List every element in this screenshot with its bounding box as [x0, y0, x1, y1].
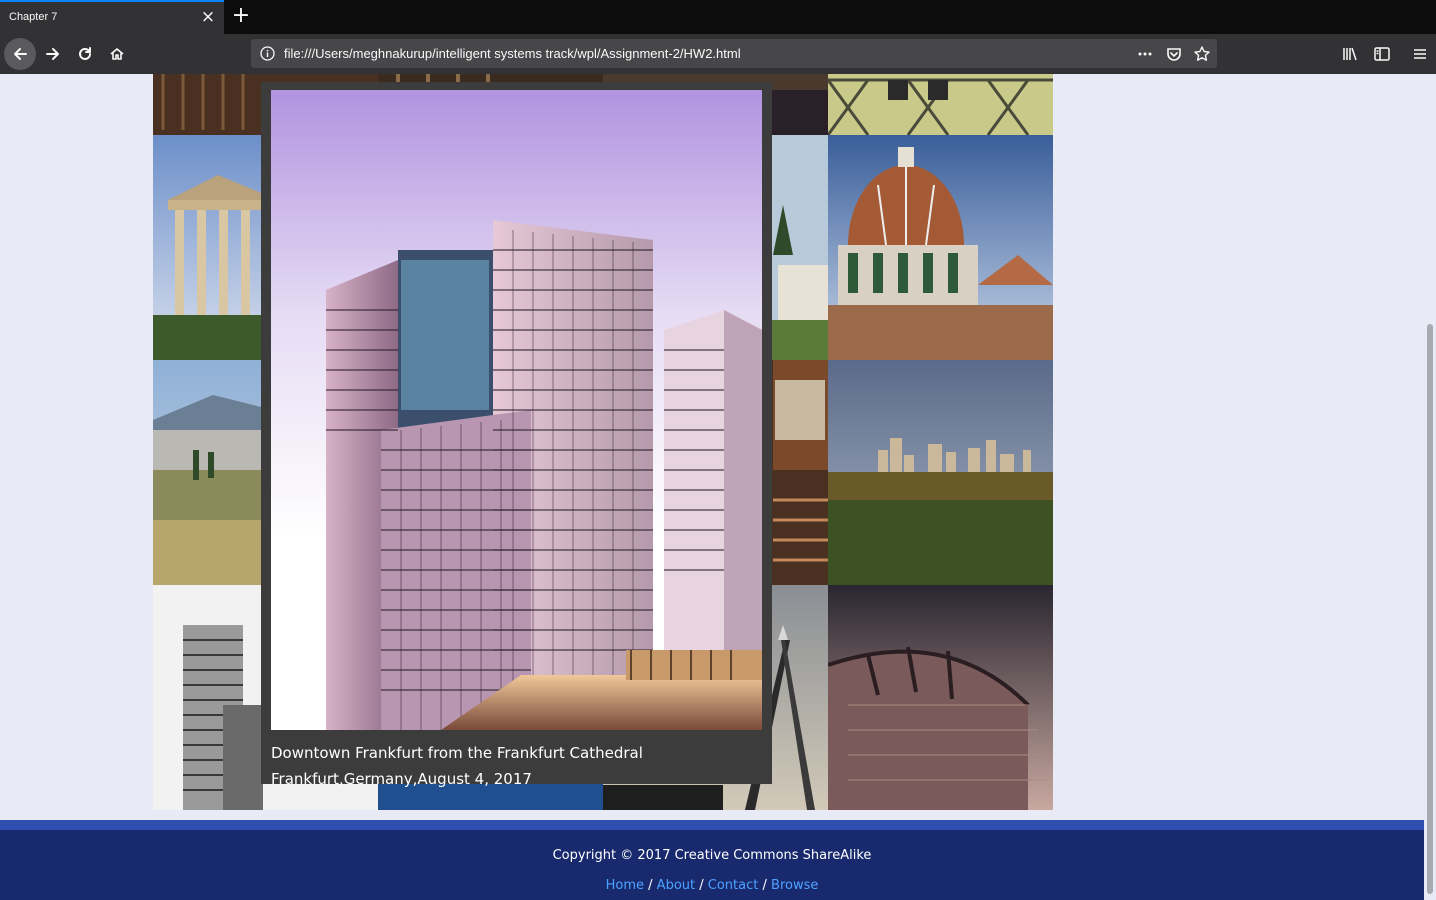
- pocket-icon[interactable]: [1165, 45, 1183, 63]
- back-arrow-icon: [14, 48, 27, 60]
- lightbox-modal[interactable]: Downtown Frankfurt from the Frankfurt Ca…: [261, 82, 772, 788]
- page-viewport: Downtown Frankfurt from the Frankfurt Ca…: [0, 74, 1424, 900]
- footer-link-contact[interactable]: Contact: [708, 878, 759, 893]
- bookmark-star-icon[interactable]: [1193, 45, 1211, 63]
- link-separator: /: [648, 878, 653, 893]
- reload-button[interactable]: [69, 38, 101, 70]
- home-button[interactable]: [101, 38, 133, 70]
- tab-title: Chapter 7: [9, 11, 58, 23]
- tab-strip: Chapter 7 × +: [0, 0, 1436, 34]
- close-icon[interactable]: ×: [199, 8, 217, 26]
- back-button[interactable]: [4, 38, 36, 70]
- forward-button[interactable]: [37, 38, 69, 70]
- forward-arrow-icon: [46, 48, 59, 60]
- url-text[interactable]: file:///Users/meghnakurup/intelligent sy…: [284, 46, 741, 61]
- link-separator: /: [762, 878, 767, 893]
- info-icon[interactable]: [260, 46, 275, 61]
- sidebar-icon[interactable]: [1373, 45, 1391, 63]
- footer-link-home[interactable]: Home: [606, 878, 644, 893]
- new-tab-icon[interactable]: +: [230, 4, 252, 28]
- vertical-scrollbar[interactable]: [1424, 74, 1436, 900]
- caption-title: Downtown Frankfurt from the Frankfurt Ca…: [271, 744, 643, 762]
- footer-link-browse[interactable]: Browse: [771, 878, 818, 893]
- gallery-photo[interactable]: [828, 585, 1053, 810]
- home-icon: [110, 48, 124, 60]
- gallery-photo[interactable]: [828, 360, 1053, 585]
- lightbox-photo: [271, 90, 762, 730]
- footer-link-about[interactable]: About: [657, 878, 695, 893]
- gallery-photo[interactable]: [828, 135, 1053, 360]
- page-actions-icon[interactable]: [1136, 45, 1154, 63]
- link-separator: /: [699, 878, 704, 893]
- reload-icon: [79, 47, 91, 60]
- gallery-photo[interactable]: [828, 74, 1053, 135]
- copyright-text: Copyright © 2017 Creative Commons ShareA…: [552, 848, 872, 863]
- scrollbar-thumb[interactable]: [1427, 324, 1433, 894]
- library-icon[interactable]: [1341, 45, 1359, 63]
- site-footer: Copyright © 2017 Creative Commons ShareA…: [0, 820, 1424, 900]
- navigation-toolbar: file:///Users/meghnakurup/intelligent sy…: [0, 34, 1436, 74]
- hamburger-menu-icon[interactable]: [1411, 45, 1429, 63]
- address-bar[interactable]: file:///Users/meghnakurup/intelligent sy…: [251, 39, 1217, 68]
- caption-detail: Frankfurt,Germany,August 4, 2017: [271, 770, 532, 788]
- footer-nav: Home / About / Contact / Browse: [0, 878, 1424, 893]
- tab-chapter-7[interactable]: Chapter 7 ×: [0, 0, 224, 34]
